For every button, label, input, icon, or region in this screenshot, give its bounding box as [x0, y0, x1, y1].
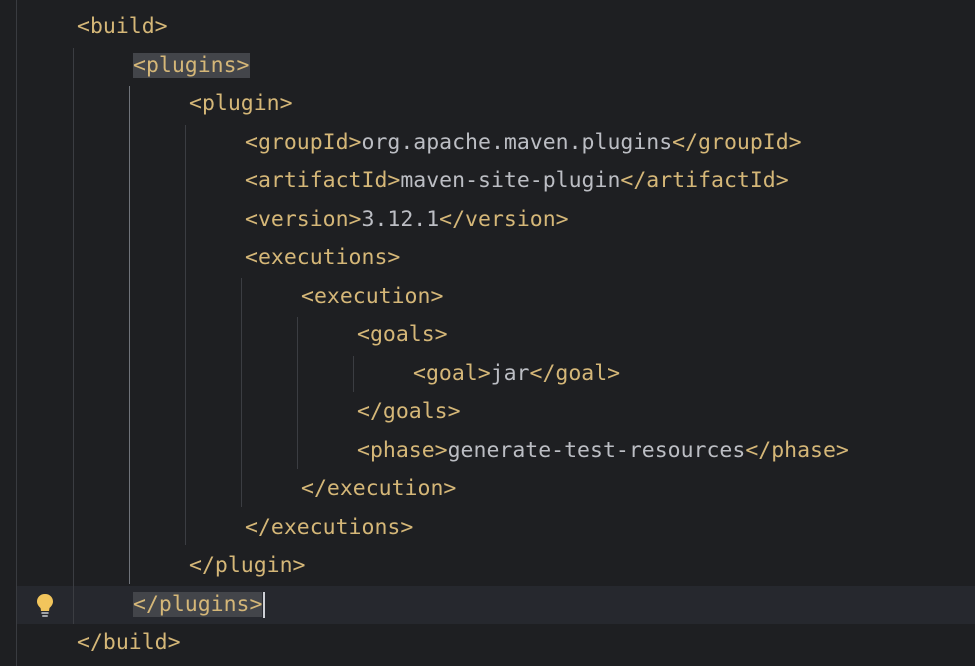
xml-text: 3.12.1	[361, 207, 440, 232]
xml-tag-matched: <plugins>	[133, 53, 250, 78]
code-line[interactable]: <execution>	[0, 278, 443, 316]
xml-tag: </goals>	[357, 399, 461, 424]
xml-tag: </phase>	[745, 438, 849, 463]
code-editor[interactable]: <build> <plugins> <plugin> <groupId>org.…	[0, 0, 975, 666]
xml-tag: <artifactId>	[245, 168, 401, 193]
xml-tag: </build>	[77, 630, 181, 655]
xml-tag-matched: </plugins>	[133, 592, 263, 617]
code-line[interactable]: <plugin>	[0, 85, 293, 123]
code-line[interactable]: <version>3.12.1</version>	[0, 201, 569, 239]
xml-tag: </version>	[439, 207, 569, 232]
code-line[interactable]: </goals>	[0, 393, 461, 431]
xml-text: generate-test-resources	[447, 438, 746, 463]
xml-tag: </artifactId>	[620, 168, 789, 193]
code-line[interactable]: <artifactId>maven-site-plugin</artifactI…	[0, 162, 789, 200]
xml-text: maven-site-plugin	[400, 168, 621, 193]
xml-tag: <execution>	[301, 284, 444, 309]
lightbulb-icon[interactable]	[34, 592, 56, 618]
xml-tag: </execution>	[301, 476, 457, 501]
xml-tag: <groupId>	[245, 130, 362, 155]
xml-text: org.apache.maven.plugins	[361, 130, 673, 155]
xml-tag: </goal>	[529, 361, 621, 386]
code-line[interactable]: <goal>jar</goal>	[0, 355, 620, 393]
code-line[interactable]: <plugins>	[0, 47, 250, 85]
code-line[interactable]: <build>	[0, 8, 168, 46]
xml-tag: <build>	[77, 14, 168, 39]
text-caret	[263, 592, 266, 618]
code-line[interactable]: </plugin>	[0, 547, 306, 585]
code-line[interactable]: <goals>	[0, 316, 448, 354]
xml-tag: </plugin>	[189, 553, 306, 578]
xml-tag: <goals>	[357, 322, 448, 347]
code-line[interactable]: <groupId>org.apache.maven.plugins</group…	[0, 124, 802, 162]
xml-tag: <phase>	[357, 438, 448, 463]
code-line[interactable]: <phase>generate-test-resources</phase>	[0, 432, 849, 470]
xml-text: jar	[490, 361, 530, 386]
code-line[interactable]: </execution>	[0, 470, 456, 508]
xml-tag: </groupId>	[672, 130, 802, 155]
xml-tag: <plugin>	[189, 91, 293, 116]
xml-tag: <version>	[245, 207, 362, 232]
xml-tag: <executions>	[245, 245, 401, 270]
code-line[interactable]: <executions>	[0, 239, 400, 277]
code-line[interactable]: </build>	[0, 624, 181, 662]
xml-tag: </executions>	[245, 515, 414, 540]
code-line[interactable]: </executions>	[0, 509, 413, 547]
xml-tag: <goal>	[413, 361, 491, 386]
